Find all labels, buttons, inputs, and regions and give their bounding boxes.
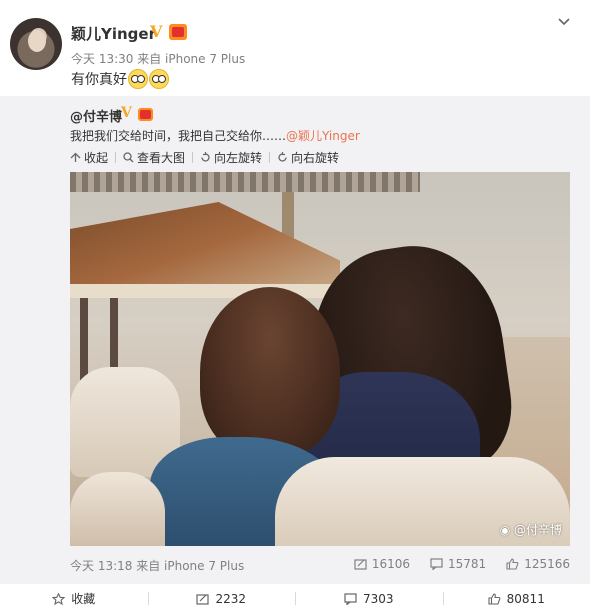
image-toolbar: 收起 查看大图 向左旋转 向右旋转 bbox=[70, 149, 339, 166]
star-icon bbox=[52, 592, 66, 605]
repost-text-content: 我把我们交给时间，我把自己交给你…… bbox=[70, 129, 287, 143]
post-meta: 今天 13:30 来自 iPhone 7 Plus bbox=[71, 52, 246, 66]
repost-user-name[interactable]: @付辛博 bbox=[70, 106, 122, 125]
vip-badge-icon bbox=[138, 108, 153, 121]
like-button[interactable]: 80811 bbox=[442, 590, 590, 607]
divider bbox=[192, 152, 194, 163]
post-text-content: 有你真好 bbox=[71, 72, 127, 88]
rotate-right-icon bbox=[278, 152, 287, 162]
photo-umbrella bbox=[70, 172, 420, 192]
image-watermark: ◉ @付辛博 bbox=[500, 521, 562, 538]
repost-count: 16106 bbox=[371, 557, 410, 571]
comment-icon bbox=[344, 592, 357, 605]
watermark-text: @付辛博 bbox=[513, 523, 562, 537]
repost-time-meta: 今天 13:18 来自 iPhone 7 Plus bbox=[70, 559, 245, 573]
user-name[interactable]: 颖儿Yinger bbox=[71, 23, 156, 44]
photo-roof bbox=[70, 202, 340, 292]
repost-icon bbox=[196, 593, 210, 605]
view-large-button[interactable]: 查看大图 bbox=[123, 149, 185, 166]
repost-text: 我把我们交给时间，我把自己交给你……@颖儿Yinger bbox=[70, 127, 360, 144]
verified-icon: V bbox=[121, 105, 132, 121]
zoom-icon bbox=[123, 152, 134, 163]
like-icon bbox=[506, 558, 519, 570]
emoji-icon bbox=[149, 69, 169, 89]
rotate-left-button[interactable]: 向左旋转 bbox=[200, 149, 262, 166]
divider bbox=[115, 152, 117, 163]
post-header: 颖儿Yinger V 今天 13:30 来自 iPhone 7 Plus 有你真… bbox=[0, 0, 590, 96]
collapse-button[interactable]: 收起 bbox=[70, 149, 108, 166]
repost-button-count: 2232 bbox=[215, 591, 247, 606]
rotate-left-label: 向左旋转 bbox=[214, 151, 263, 165]
repost-stats: 16106 15781 125166 bbox=[334, 557, 570, 571]
vip-badge-icon bbox=[169, 24, 187, 40]
comment-button[interactable]: 7303 bbox=[295, 590, 443, 607]
repost-count-button[interactable]: 16106 bbox=[354, 557, 410, 571]
rotate-right-button[interactable]: 向右旋转 bbox=[277, 149, 339, 166]
post-photo[interactable]: ◉ @付辛博 bbox=[70, 172, 570, 546]
post-text: 有你真好 bbox=[71, 69, 169, 89]
weibo-logo-icon: ◉ bbox=[499, 523, 514, 537]
collapse-label: 收起 bbox=[84, 151, 109, 165]
avatar[interactable] bbox=[10, 18, 62, 70]
action-bar: 收藏 2232 7303 80811 bbox=[0, 590, 590, 607]
verified-icon: V bbox=[150, 22, 163, 41]
divider bbox=[269, 152, 271, 163]
favorite-button[interactable]: 收藏 bbox=[0, 590, 148, 607]
repost-footer: 今天 13:18 来自 iPhone 7 Plus 16106 15781 12… bbox=[70, 557, 570, 575]
favorite-label: 收藏 bbox=[71, 592, 96, 606]
like-button-count: 80811 bbox=[506, 591, 545, 606]
mention-link[interactable]: @颖儿Yinger bbox=[286, 129, 360, 143]
like-count-button[interactable]: 125166 bbox=[506, 557, 570, 571]
collapse-icon bbox=[70, 152, 81, 162]
like-icon bbox=[488, 592, 501, 605]
comment-count: 15781 bbox=[448, 557, 487, 571]
repost-button[interactable]: 2232 bbox=[147, 590, 296, 607]
photo-seat bbox=[70, 472, 165, 546]
rotate-right-label: 向右旋转 bbox=[291, 151, 340, 165]
repost-icon bbox=[354, 559, 367, 570]
chevron-down-icon[interactable] bbox=[558, 16, 570, 28]
view-large-label: 查看大图 bbox=[137, 151, 186, 165]
rotate-left-icon bbox=[201, 152, 210, 162]
repost-card: @付辛博 V 我把我们交给时间，我把自己交给你……@颖儿Yinger 收起 查看… bbox=[0, 96, 590, 584]
emoji-icon bbox=[128, 69, 148, 89]
comment-count-button[interactable]: 15781 bbox=[430, 557, 486, 571]
photo-figure bbox=[200, 287, 340, 457]
comment-icon bbox=[430, 558, 443, 570]
comment-button-count: 7303 bbox=[362, 591, 394, 606]
like-count: 125166 bbox=[524, 557, 570, 571]
